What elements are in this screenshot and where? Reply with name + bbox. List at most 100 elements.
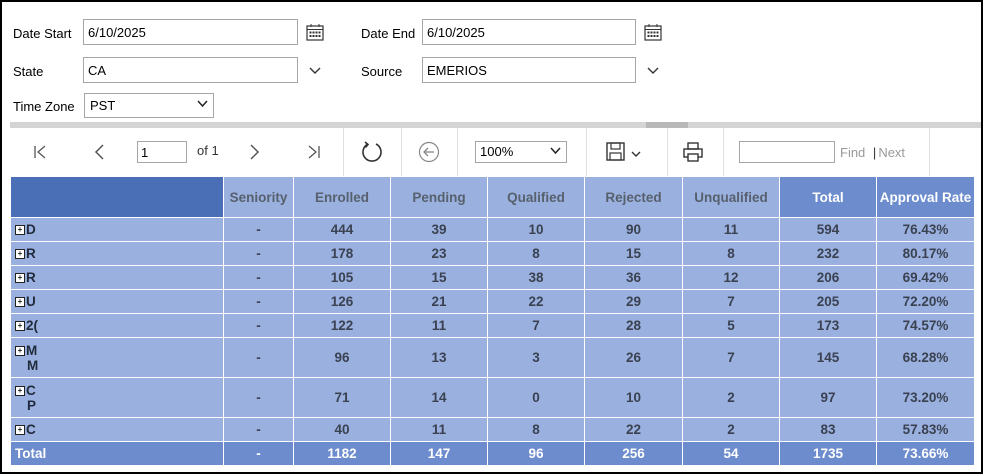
row-group-label-line2: M [27, 357, 39, 373]
cell-total: 232 [779, 241, 877, 266]
toolbar-separator [667, 128, 668, 176]
expand-icon[interactable]: + [15, 225, 25, 236]
report-table: Seniority Enrolled Pending Qualified Rej… [10, 176, 975, 466]
total-seniority: - [223, 441, 294, 466]
next-link[interactable]: Next [878, 145, 905, 160]
cell-seniority: - [223, 217, 294, 242]
col-header-unqualified: Unqualified [682, 176, 780, 218]
expand-icon[interactable]: + [15, 273, 25, 284]
cell-unqualified: 7 [682, 337, 780, 378]
toolbar-separator [343, 128, 344, 176]
chevron-down-icon[interactable] [305, 61, 325, 81]
row-group-cell[interactable]: + M M [10, 337, 224, 378]
cell-unqualified: 2 [682, 377, 780, 418]
cell-pending: 21 [390, 289, 488, 314]
row-group-cell[interactable]: + U [10, 289, 224, 314]
cell-approval-rate: 72.20% [876, 289, 975, 314]
zoom-select[interactable]: 100% [475, 141, 567, 163]
report-toolbar: 1 of 1 100% Find | Next [10, 128, 981, 176]
timezone-select[interactable]: PST [84, 93, 214, 118]
cell-seniority: - [223, 337, 294, 378]
next-page-icon[interactable] [242, 128, 266, 176]
cell-total: 206 [779, 265, 877, 290]
calendar-icon[interactable] [305, 22, 325, 42]
row-group-cell[interactable]: + C P [10, 377, 224, 418]
timezone-value: PST [90, 98, 116, 113]
find-link[interactable]: Find [840, 145, 865, 160]
cell-rejected: 22 [584, 417, 683, 442]
cell-approval-rate: 73.20% [876, 377, 975, 418]
cell-pending: 11 [390, 417, 488, 442]
row-group-cell[interactable]: + R [10, 265, 224, 290]
cell-qualified: 8 [487, 417, 585, 442]
total-unqualified: 54 [682, 441, 780, 466]
cell-rejected: 36 [584, 265, 683, 290]
calendar-icon[interactable] [643, 22, 663, 42]
date-start-label: Date Start [13, 26, 72, 41]
cell-approval-rate: 80.17% [876, 241, 975, 266]
refresh-icon[interactable] [358, 128, 386, 176]
row-group-cell[interactable]: + D [10, 217, 224, 242]
cell-qualified: 0 [487, 377, 585, 418]
cell-rejected: 90 [584, 217, 683, 242]
cell-enrolled: 105 [293, 265, 391, 290]
row-group-label: M [26, 342, 38, 358]
cell-unqualified: 8 [682, 241, 780, 266]
expand-icon[interactable]: + [15, 297, 25, 308]
source-input[interactable]: EMERIOS [422, 57, 636, 83]
cell-approval-rate: 76.43% [876, 217, 975, 242]
row-group-cell[interactable]: +2( [10, 313, 224, 338]
cell-seniority: - [223, 289, 294, 314]
table-row: +2(-122 11 7 28 5 173 74.57% [10, 313, 975, 338]
cell-qualified: 8 [487, 241, 585, 266]
page-count-label: of 1 [197, 143, 219, 158]
cell-enrolled: 178 [293, 241, 391, 266]
date-end-input[interactable]: 6/10/2025 [422, 19, 636, 45]
toolbar-separator [401, 128, 402, 176]
row-group-label-line2: P [27, 397, 37, 413]
cell-rejected: 10 [584, 377, 683, 418]
cell-total: 97 [779, 377, 877, 418]
cell-qualified: 7 [487, 313, 585, 338]
chevron-down-icon[interactable] [643, 61, 663, 81]
row-group-cell[interactable]: + C [10, 417, 224, 442]
row-group-cell[interactable]: + R [10, 241, 224, 266]
col-header-qualified: Qualified [487, 176, 585, 218]
cell-pending: 15 [390, 265, 488, 290]
table-body: + D -444 39 10 90 11 594 76.43% + R -178 23 8 15 8 232 80… [10, 217, 975, 466]
col-header-enrolled: Enrolled [293, 176, 391, 218]
cell-pending: 39 [390, 217, 488, 242]
cell-rejected: 15 [584, 241, 683, 266]
find-input[interactable] [739, 141, 835, 163]
page-number-input[interactable]: 1 [137, 141, 187, 163]
toolbar-separator [457, 128, 458, 176]
cell-pending: 23 [390, 241, 488, 266]
cell-rejected: 29 [584, 289, 683, 314]
cell-unqualified: 5 [682, 313, 780, 338]
total-rejected: 256 [584, 441, 683, 466]
row-group-label: D [26, 222, 36, 237]
table-row: + R -105 15 38 36 12 206 69.42% [10, 265, 975, 290]
expand-icon[interactable]: + [15, 321, 25, 332]
date-start-input[interactable]: 6/10/2025 [83, 19, 298, 45]
expand-icon[interactable]: + [15, 345, 25, 356]
cell-total: 205 [779, 289, 877, 314]
save-export-icon[interactable] [604, 128, 648, 176]
row-group-label: C [26, 422, 36, 437]
state-input[interactable]: CA [83, 57, 298, 83]
table-row: + R -178 23 8 15 8 232 80.17% [10, 241, 975, 266]
back-icon[interactable] [416, 128, 442, 176]
print-icon[interactable] [680, 128, 706, 176]
expand-icon[interactable]: + [15, 249, 25, 260]
date-end-label: Date End [361, 26, 416, 41]
last-page-icon[interactable] [302, 128, 326, 176]
total-total: 1735 [779, 441, 877, 466]
report-viewer: Date Start 6/10/2025 Date End 6/10/2025 … [0, 0, 983, 474]
cell-seniority: - [223, 417, 294, 442]
chevron-down-icon [197, 94, 208, 117]
previous-page-icon[interactable] [88, 128, 112, 176]
expand-icon[interactable]: + [15, 425, 25, 436]
col-header-rejected: Rejected [584, 176, 683, 218]
expand-icon[interactable]: + [15, 385, 25, 396]
first-page-icon[interactable] [28, 128, 52, 176]
